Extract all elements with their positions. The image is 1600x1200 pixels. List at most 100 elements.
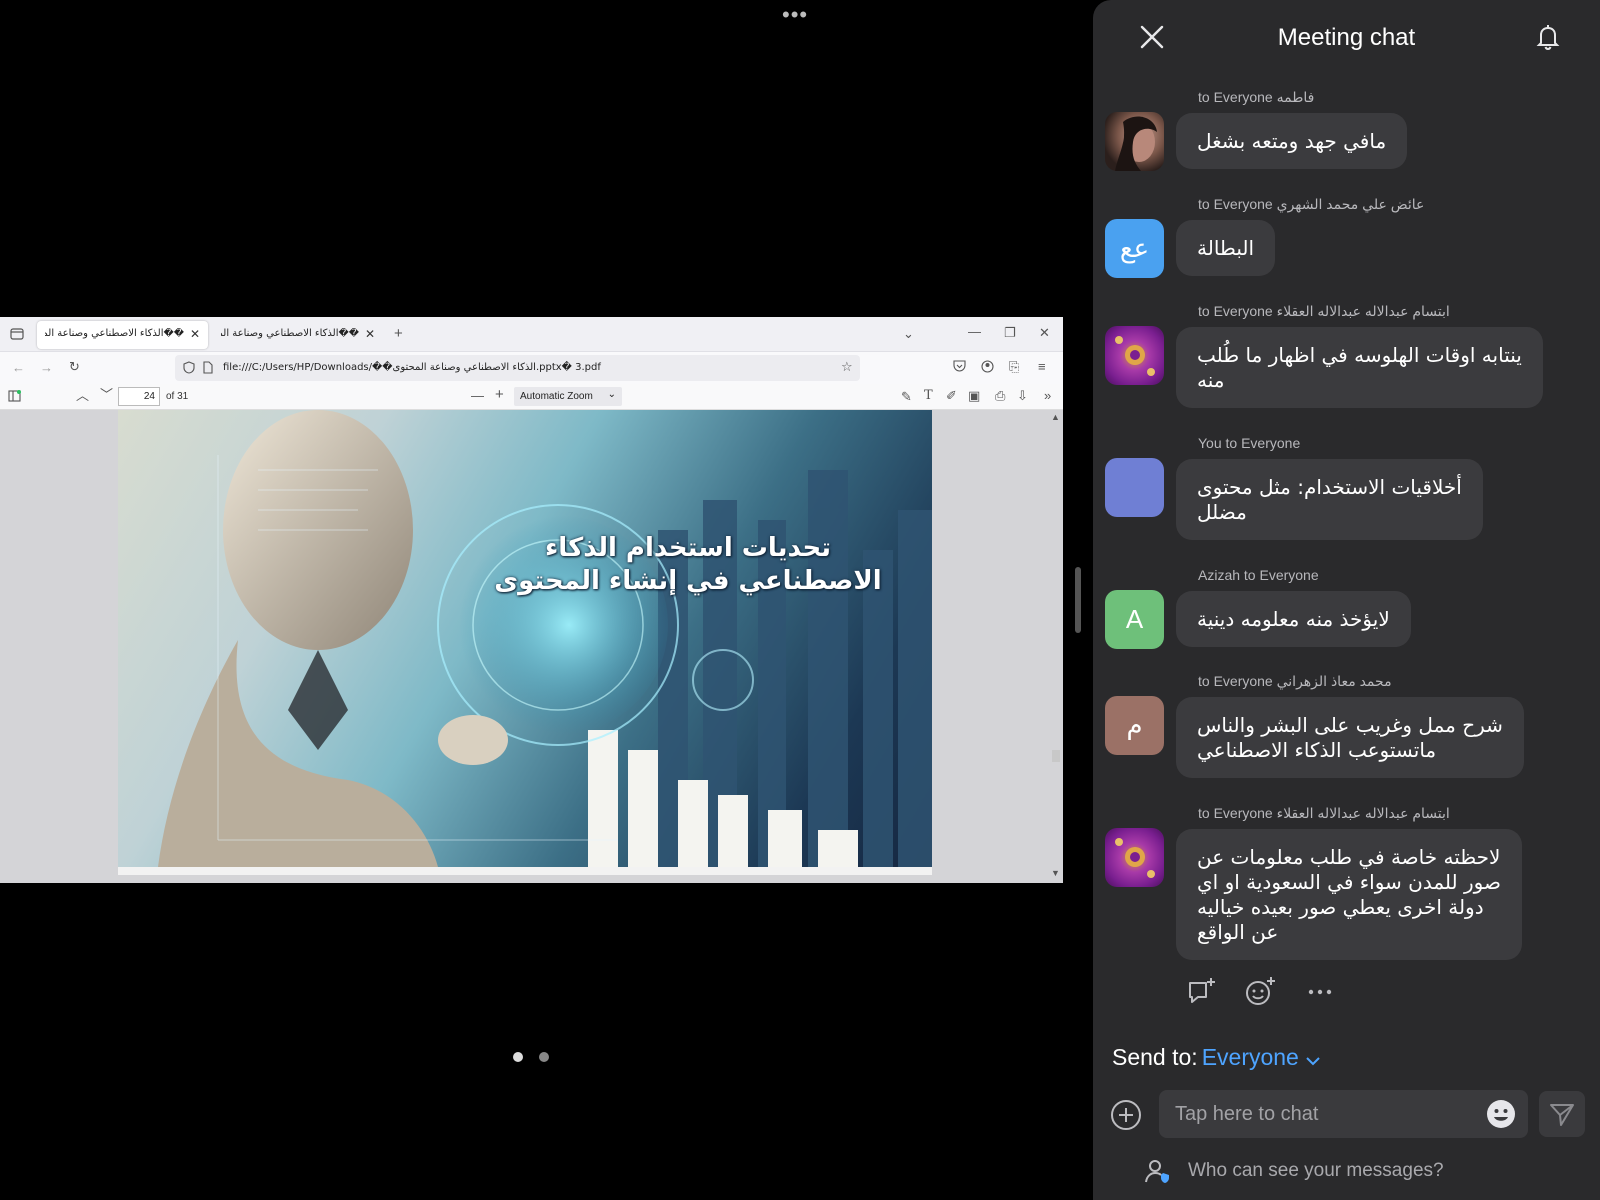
slide-image: تحديات استخدام الذكاء الاصطناعي في إنشاء…	[118, 410, 932, 867]
send-to-dropdown[interactable]: Everyone	[1202, 1044, 1299, 1070]
chat-composer: Tap here to chat	[1093, 1090, 1600, 1140]
chat-input[interactable]: Tap here to chat	[1159, 1090, 1528, 1138]
print-icon[interactable]: ⎙	[995, 389, 1005, 403]
shield-icon	[183, 361, 195, 377]
slide-artwork	[158, 410, 932, 867]
message-actions	[1093, 975, 1600, 1015]
message-sender: Azizah to Everyone	[1198, 567, 1319, 583]
message-text: مضلل	[1197, 500, 1247, 524]
previous-page-icon[interactable]: ︿	[76, 389, 89, 403]
avatar[interactable]: A	[1105, 590, 1164, 649]
message-text: مافي جهد ومتعه بشغل	[1197, 129, 1387, 153]
add-attachment-icon[interactable]	[1110, 1099, 1142, 1131]
close-window-icon[interactable]: ✕	[1039, 326, 1050, 340]
slide-title-line-2: الاصطناعي في إنشاء المحتوى	[494, 566, 882, 596]
browser-tab[interactable]: ��الذكاء الاصطناعي وصناعة المحتو ✕	[213, 321, 383, 349]
tab-overflow-chevron-icon[interactable]: ⌄	[903, 327, 914, 341]
add-reaction-icon[interactable]	[1243, 975, 1277, 1009]
chevron-down-icon[interactable]	[1305, 1045, 1321, 1072]
pdf-scrollbar[interactable]: ▲ ▼	[1049, 410, 1061, 883]
zoom-in-icon[interactable]: +	[495, 387, 504, 402]
address-bar[interactable]: file:///C:/Users/HP/Downloads/��الذكاء ا…	[175, 355, 860, 381]
message-sender: to Everyone ابتسام عبدالاله عبدالاله الع…	[1198, 805, 1450, 821]
message-sender: to Everyone ابتسام عبدالاله عبدالاله الع…	[1198, 303, 1450, 319]
slide-title: تحديات استخدام الذكاء الاصطناعي في إنشاء…	[478, 532, 898, 598]
avatar[interactable]: م	[1105, 696, 1164, 755]
scroll-up-icon[interactable]: ▲	[1051, 410, 1060, 424]
more-options-icon[interactable]: •••	[782, 4, 808, 26]
emoji-icon[interactable]	[1486, 1099, 1516, 1129]
page-count: of 31	[166, 391, 189, 402]
bookmark-star-icon[interactable]: ☆	[841, 360, 853, 374]
minimize-icon[interactable]: —	[968, 325, 981, 339]
message-bubble[interactable]: ينتابه اوقات الهلوسه في اظهار ما طُلب من…	[1176, 327, 1543, 408]
close-tab-icon[interactable]: ✕	[190, 327, 200, 341]
avatar[interactable]	[1105, 828, 1164, 887]
send-to-label: Send to:	[1112, 1044, 1198, 1070]
message-text: ينتابه اوقات الهلوسه في اظهار ما طُلب	[1197, 343, 1522, 367]
browser-nav-bar: ← → ↻ file:///C:/Users/HP/Downloads/��ال…	[0, 352, 1063, 384]
back-icon[interactable]: ←	[12, 361, 25, 375]
next-page-icon[interactable]: ﹀	[100, 388, 113, 402]
zoom-select[interactable]: Automatic Zoom ⌄	[514, 387, 622, 406]
privacy-link[interactable]: Who can see your messages?	[1145, 1160, 1444, 1183]
avatar[interactable]	[1105, 112, 1164, 171]
meeting-chat-panel: Meeting chat to Everyone فاطمه مافي جهد …	[1093, 0, 1600, 1200]
message-bubble[interactable]: لاحظته خاصة في طلب معلومات عن صور للمدن …	[1176, 829, 1522, 960]
url-text: file:///C:/Users/HP/Downloads/��الذكاء ا…	[223, 362, 601, 373]
scroll-down-icon[interactable]: ▼	[1051, 866, 1060, 880]
save-icon[interactable]: ⇩	[1017, 389, 1028, 403]
screen-share-area: ••• ��الذكاء الاصطناعي وصناعة المحتو ✕ �…	[0, 0, 1063, 1200]
account-icon[interactable]	[981, 360, 994, 376]
message-sender: You to Everyone	[1198, 435, 1301, 451]
message-bubble[interactable]: لايؤخذ منه معلومه دينية	[1176, 591, 1411, 647]
reply-thread-icon[interactable]	[1185, 975, 1219, 1009]
new-tab-icon[interactable]: +	[394, 326, 403, 341]
pager-dot-active[interactable]	[513, 1052, 523, 1062]
message-text: البطالة	[1197, 236, 1255, 260]
text-tool-icon[interactable]: T	[924, 389, 933, 403]
message-text: عن الواقع	[1197, 920, 1279, 944]
draw-icon[interactable]: ✐	[946, 389, 957, 403]
more-actions-icon[interactable]	[1303, 975, 1337, 1009]
message-text: أخلاقيات الاستخدام: مثل محتوى	[1197, 475, 1462, 499]
message-bubble[interactable]: أخلاقيات الاستخدام: مثل محتوى مضلل	[1176, 459, 1483, 540]
tab-label: ��الذكاء الاصطناعي وصناعة المحتو	[45, 328, 184, 339]
pdf-viewer[interactable]: تحديات استخدام الذكاء الاصطناعي في إنشاء…	[0, 410, 1063, 883]
more-tools-icon[interactable]: »	[1044, 389, 1051, 403]
message-bubble[interactable]: مافي جهد ومتعه بشغل	[1176, 113, 1408, 169]
zoom-value: Automatic Zoom	[520, 391, 593, 402]
extensions-icon[interactable]: ⎘	[1009, 360, 1019, 374]
bell-icon[interactable]	[1533, 22, 1563, 52]
send-to-row: Send to: Everyone	[1112, 1044, 1321, 1072]
avatar[interactable]	[1105, 326, 1164, 385]
pager-dot[interactable]	[539, 1052, 549, 1062]
pocket-icon[interactable]	[953, 360, 966, 375]
message-text: لايؤخذ منه معلومه دينية	[1197, 607, 1390, 631]
privacy-link-text: Who can see your messages?	[1188, 1160, 1444, 1181]
avatar[interactable]	[1105, 458, 1164, 517]
reload-icon[interactable]: ↻	[69, 360, 80, 374]
shared-browser-window: ��الذكاء الاصطناعي وصناعة المحتو ✕ ��الذ…	[0, 317, 1063, 883]
message-bubble[interactable]: البطالة	[1176, 220, 1276, 276]
send-icon[interactable]	[1539, 1091, 1585, 1137]
menu-icon[interactable]: ≡	[1038, 360, 1046, 374]
scroll-thumb[interactable]	[1052, 750, 1060, 762]
sidebar-toggle-icon[interactable]	[8, 390, 21, 405]
page-icon	[203, 361, 213, 377]
page-number-input[interactable]	[118, 387, 160, 406]
image-icon[interactable]: ▣	[968, 389, 980, 403]
browser-tab-active[interactable]: ��الذكاء الاصطناعي وصناعة المحتو ✕	[37, 321, 208, 349]
restore-icon[interactable]: ❐	[1004, 326, 1016, 340]
message-bubble[interactable]: شرح ممل وغريب على البشر والناس ماتستوعب …	[1176, 697, 1524, 778]
chat-header: Meeting chat	[1093, 0, 1600, 76]
avatar[interactable]: عع	[1105, 219, 1164, 278]
zoom-out-icon[interactable]: —	[471, 389, 484, 403]
close-tab-icon[interactable]: ✕	[365, 327, 375, 341]
split-view-handle[interactable]	[1075, 567, 1081, 633]
tab-label: ��الذكاء الاصطناعي وصناعة المحتو	[221, 328, 359, 339]
chat-title: Meeting chat	[1277, 24, 1416, 51]
highlight-icon[interactable]: ✎	[901, 390, 912, 404]
forward-icon[interactable]: →	[40, 361, 53, 375]
tab-list-icon[interactable]	[10, 328, 24, 343]
